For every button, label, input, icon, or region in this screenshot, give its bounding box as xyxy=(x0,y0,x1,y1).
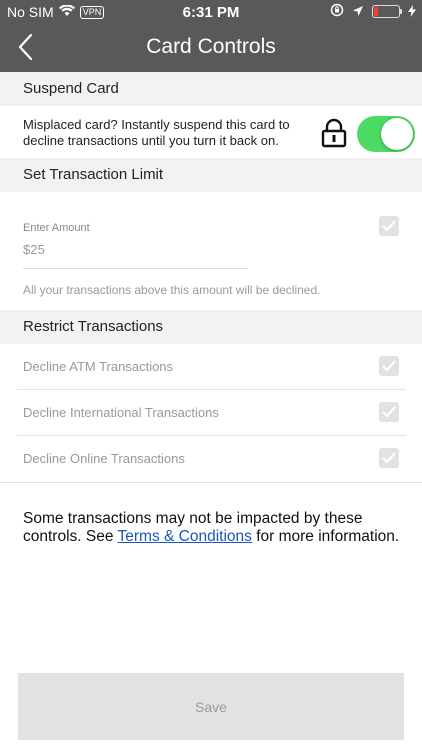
section-title: Suspend Card xyxy=(23,80,119,97)
checkmark-icon xyxy=(382,220,396,232)
suspend-description: Misplaced card? Instantly suspend this c… xyxy=(23,117,290,148)
status-bar: No SIM VPN 6:31 PM xyxy=(0,0,422,24)
save-button[interactable]: Save xyxy=(18,673,404,740)
amount-field-label: Enter Amount xyxy=(23,222,90,234)
app-header: No SIM VPN 6:31 PM Card Controls xyxy=(0,0,422,72)
suspend-card-section-header: Suspend Card xyxy=(0,72,422,106)
decline-online-row[interactable]: Decline Online Transactions xyxy=(17,436,406,481)
nav-bar: Card Controls xyxy=(0,24,422,72)
toggle-knob xyxy=(381,118,413,150)
limit-note: All your transactions above this amount … xyxy=(23,283,321,297)
disclaimer-text-end: for more information. xyxy=(251,528,400,545)
divider xyxy=(0,482,422,483)
amount-input[interactable]: $25 xyxy=(23,242,45,257)
checkmark-icon xyxy=(382,360,396,372)
row-label: Decline Online Transactions xyxy=(23,451,185,466)
orientation-lock-icon xyxy=(330,3,344,20)
checkmark-icon xyxy=(382,406,396,418)
page-title: Card Controls xyxy=(146,35,276,58)
transaction-limit-section-header: Set Transaction Limit xyxy=(0,158,422,192)
lock-icon xyxy=(320,118,348,148)
terms-link[interactable]: Terms & Conditions xyxy=(118,528,252,545)
decline-atm-row[interactable]: Decline ATM Transactions xyxy=(17,344,406,390)
amount-underline xyxy=(23,268,248,269)
row-label: Decline International Transactions xyxy=(23,405,219,420)
suspend-card-toggle[interactable] xyxy=(357,116,415,152)
decline-international-checkbox[interactable] xyxy=(379,402,399,422)
row-label: Decline ATM Transactions xyxy=(23,359,174,374)
battery-icon xyxy=(372,5,402,18)
charging-icon xyxy=(408,4,416,20)
section-title: Restrict Transactions xyxy=(23,318,164,335)
location-icon xyxy=(352,4,364,20)
checkmark-icon xyxy=(382,452,396,464)
decline-international-row[interactable]: Decline International Transactions xyxy=(17,390,406,436)
section-title: Set Transaction Limit xyxy=(23,166,164,183)
limit-checkbox[interactable] xyxy=(379,216,399,236)
restrict-section-header: Restrict Transactions xyxy=(0,310,422,344)
disclaimer-text: Some transactions may not be impacted by… xyxy=(23,510,403,546)
decline-online-checkbox[interactable] xyxy=(379,448,399,468)
decline-atm-checkbox[interactable] xyxy=(379,356,399,376)
